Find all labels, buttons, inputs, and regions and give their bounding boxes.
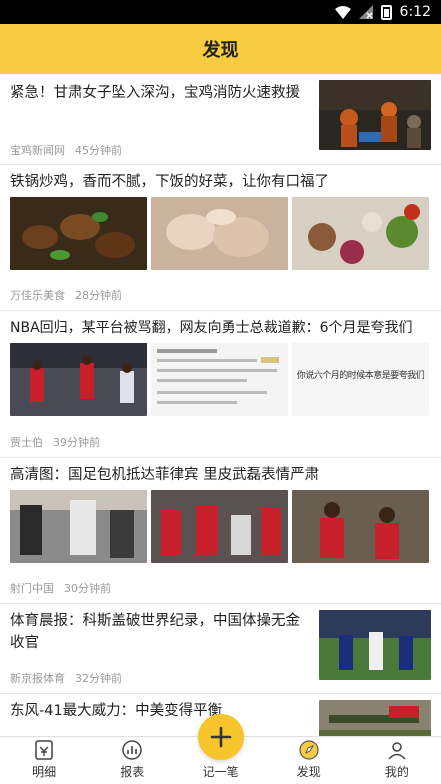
feed-item-source: 宝鸡新闻网 [10, 144, 65, 157]
ingredients-photo [292, 197, 429, 270]
profile-icon [388, 742, 406, 760]
feed-item-meta: 贾士伯 39分钟前 [10, 434, 100, 450]
feed-item-title: 紧急！甘肃女子坠入深沟，宝鸡消防火速救援 [10, 85, 300, 101]
battery-icon [380, 4, 392, 20]
tab-label: 发现 [296, 765, 321, 779]
players-photo [292, 490, 429, 563]
feed-item-source: 新京报体育 [10, 672, 65, 685]
tab-label: 报表 [120, 765, 145, 779]
feed-item-time: 39分钟前 [53, 436, 100, 449]
rescue-photo [319, 80, 431, 150]
basketball-game-photo [10, 343, 147, 416]
feed-item-images [10, 490, 429, 563]
quote-screenshot: 你说六个月的时候本意是要夸我们 [292, 343, 429, 416]
status-bar: 6:12 [0, 0, 441, 24]
social-post-screenshot [151, 343, 288, 416]
soccer-photo [319, 610, 431, 680]
add-icon [210, 726, 232, 748]
team-arrival-photo [151, 490, 288, 563]
feed-item[interactable]: 高清图：国足包机抵达菲律宾 里皮武磊表情严肃 射门中国 30分钟前 [0, 458, 441, 604]
tab-label: 记一笔 [202, 765, 239, 779]
ledger-icon [35, 740, 53, 760]
chicken-dish-photo [10, 197, 147, 270]
feed-item-title: 东风-41最大威力：中美变得平衡 [10, 703, 223, 719]
feed-item-source: 万佳乐美食 [10, 289, 65, 302]
feed-item[interactable]: NBA回归，某平台被骂翻，网友向勇士总裁道歉：6个月是夸我们 你说六个月的时候本… [0, 311, 441, 458]
quote-text: 你说六个月的时候本意是要夸我们 [296, 371, 425, 381]
feed-item-title: 体育晨报：科斯盖破世界纪录，中国体操无金收官 [10, 613, 300, 651]
chart-icon [122, 740, 143, 760]
news-feed[interactable]: 紧急！甘肃女子坠入深沟，宝鸡消防火速救援 宝鸡新闻网 45分钟前 铁锅炒鸡，香而不… [0, 74, 441, 736]
feed-item-meta: 新京报体育 32分钟前 [10, 670, 122, 686]
feed-item-time: 32分钟前 [75, 672, 122, 685]
feed-item[interactable]: 体育晨报：科斯盖破世界纪录，中国体操无金收官 新京报体育 32分钟前 [0, 604, 441, 694]
feed-item-images: 你说六个月的时候本意是要夸我们 [10, 343, 429, 416]
feed-item-images [10, 197, 429, 270]
feed-item-title: NBA回归，某平台被骂翻，网友向勇士总裁道歉：6个月是夸我们 [10, 320, 413, 336]
feed-item-time: 28分钟前 [75, 289, 122, 302]
feed-item-meta: 宝鸡新闻网 45分钟前 [10, 142, 122, 158]
feed-item-meta: 射门中国 30分钟前 [10, 580, 111, 596]
missile-parade-photo [319, 700, 431, 736]
feed-item-source: 射门中国 [10, 582, 54, 595]
app-bar: 发现 [0, 24, 441, 74]
tab-profile[interactable]: 我的 [353, 737, 441, 784]
feed-item-source: 贾士伯 [10, 436, 43, 449]
feed-item[interactable]: 铁锅炒鸡，香而不腻，下饭的好菜，让你有口福了 万佳乐美食 28分钟前 [0, 165, 441, 311]
raw-chicken-photo [151, 197, 288, 270]
feed-item-time: 45分钟前 [75, 144, 122, 157]
tab-label: 明细 [32, 765, 57, 779]
feed-item-meta: 万佳乐美食 28分钟前 [10, 287, 122, 303]
discover-icon [299, 740, 319, 760]
wifi-icon [334, 5, 351, 19]
page-title: 发现 [202, 40, 239, 61]
tab-discover[interactable]: 发现 [265, 737, 353, 784]
no-signal-icon [358, 5, 373, 19]
feed-item-time: 30分钟前 [64, 582, 111, 595]
status-time: 6:12 [399, 4, 431, 20]
tab-report[interactable]: 报表 [88, 737, 176, 784]
feed-item-title: 铁锅炒鸡，香而不腻，下饭的好菜，让你有口福了 [10, 174, 329, 190]
airport-photo [10, 490, 147, 563]
add-record-button[interactable] [198, 714, 244, 760]
feed-item[interactable]: 紧急！甘肃女子坠入深沟，宝鸡消防火速救援 宝鸡新闻网 45分钟前 [0, 74, 441, 165]
tab-label: 我的 [384, 765, 409, 779]
tab-ledger[interactable]: 明细 [0, 737, 88, 784]
feed-item-title: 高清图：国足包机抵达菲律宾 里皮武磊表情严肃 [10, 467, 320, 483]
